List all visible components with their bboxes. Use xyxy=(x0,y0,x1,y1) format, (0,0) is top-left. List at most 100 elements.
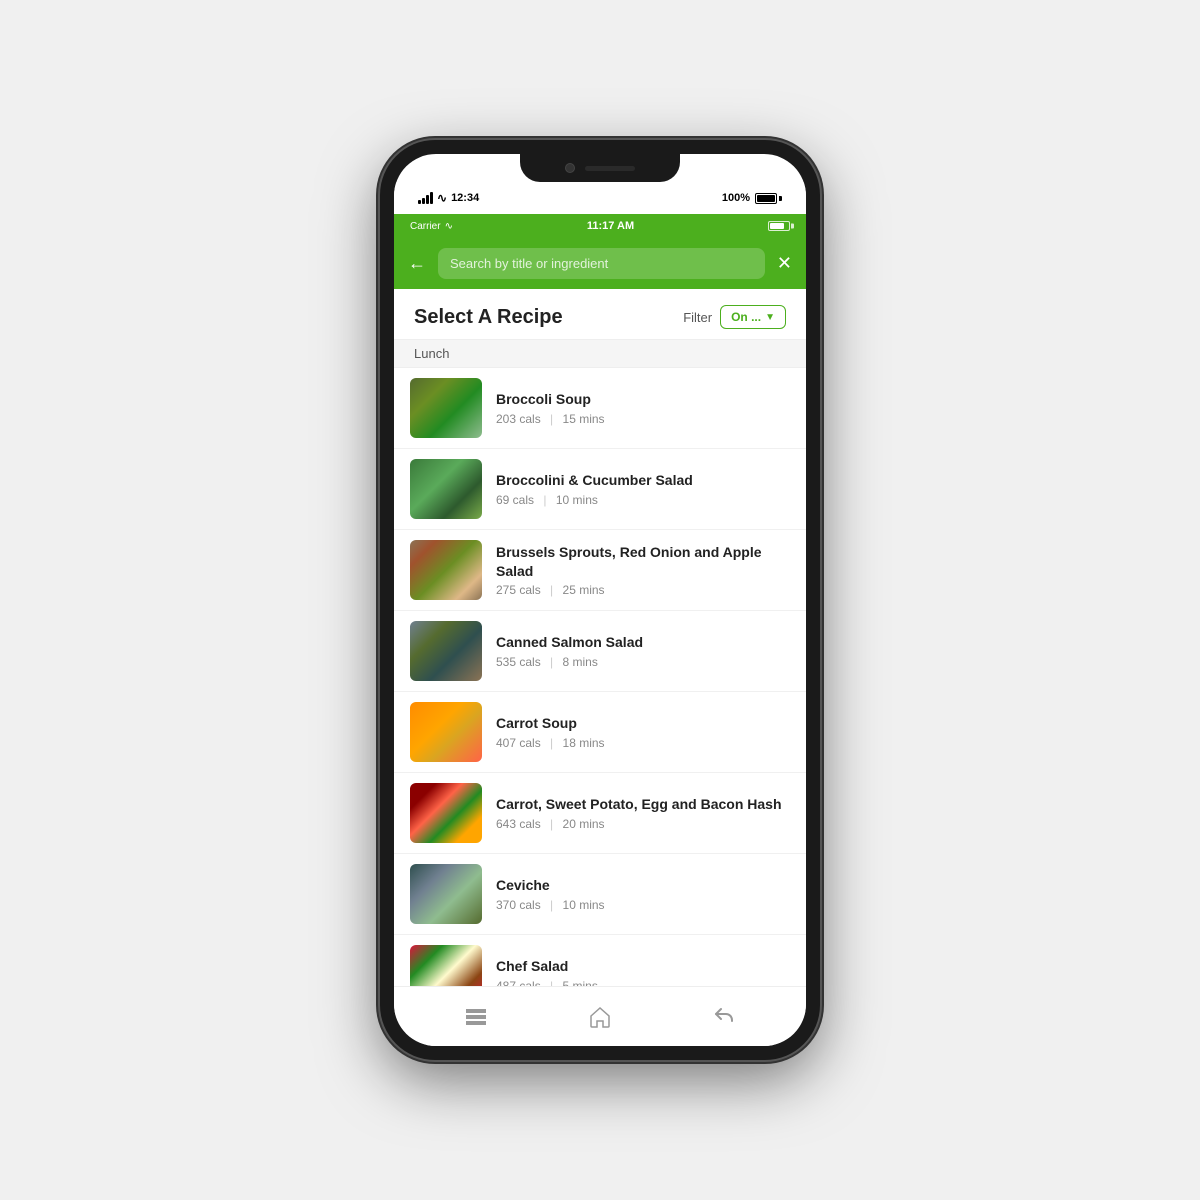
recipe-info: Broccoli Soup 203 cals | 15 mins xyxy=(496,390,790,425)
recipe-name: Carrot, Sweet Potato, Egg and Bacon Hash xyxy=(496,795,790,813)
back-nav-button[interactable] xyxy=(706,999,742,1035)
signal-icon xyxy=(418,192,433,204)
recipe-list-area: Select A Recipe Filter On ... ▼ Lunch Br… xyxy=(394,289,806,986)
recipe-cals: 487 cals xyxy=(496,979,541,986)
carrier-wifi-icon: ∿ xyxy=(445,221,453,232)
recipe-time: 15 mins xyxy=(563,412,605,426)
recipe-time: 8 mins xyxy=(563,655,598,669)
recipe-time: 18 mins xyxy=(563,736,605,750)
filter-button[interactable]: On ... ▼ xyxy=(720,305,786,329)
page-title: Select A Recipe xyxy=(414,306,563,329)
recipe-thumbnail xyxy=(410,864,482,924)
recipe-info: Carrot, Sweet Potato, Egg and Bacon Hash… xyxy=(496,795,790,830)
section-lunch: Lunch xyxy=(394,339,806,368)
recipe-name: Brussels Sprouts, Red Onion and Apple Sa… xyxy=(496,543,790,579)
native-time: 12:34 xyxy=(451,192,479,204)
separator: | xyxy=(550,979,553,986)
wifi-icon: ∿ xyxy=(437,191,447,205)
recipe-meta: 407 cals | 18 mins xyxy=(496,736,790,750)
phone-device: ∿ 12:34 100% Carrier ∿ xyxy=(380,140,820,1060)
recipe-meta: 69 cals | 10 mins xyxy=(496,493,790,507)
home-nav-button[interactable] xyxy=(582,999,618,1035)
separator: | xyxy=(550,412,553,426)
recipe-thumbnail xyxy=(410,540,482,600)
filter-label: Filter xyxy=(683,310,712,325)
phone-notch xyxy=(520,154,680,182)
separator: | xyxy=(550,736,553,750)
home-icon xyxy=(588,1005,612,1029)
camera xyxy=(565,163,575,173)
close-icon[interactable]: ✕ xyxy=(777,253,792,274)
recipe-cals: 275 cals xyxy=(496,583,541,597)
recipe-time: 5 mins xyxy=(563,979,598,986)
recipe-name: Broccolini & Cucumber Salad xyxy=(496,471,790,489)
app-time: 11:17 AM xyxy=(587,220,634,232)
undo-icon xyxy=(712,1005,736,1029)
separator: | xyxy=(550,817,553,831)
recipe-info: Ceviche 370 cals | 10 mins xyxy=(496,876,790,911)
speaker xyxy=(585,166,635,171)
recipe-item[interactable]: Chef Salad 487 cals | 5 mins xyxy=(394,935,806,986)
app-battery-icon xyxy=(768,221,790,231)
phone-screen: ∿ 12:34 100% Carrier ∿ xyxy=(394,154,806,1046)
separator: | xyxy=(550,898,553,912)
recipe-item[interactable]: Ceviche 370 cals | 10 mins xyxy=(394,854,806,935)
recipe-thumbnail xyxy=(410,783,482,843)
recipe-meta: 275 cals | 25 mins xyxy=(496,583,790,597)
recipe-list: Broccoli Soup 203 cals | 15 mins Broccol… xyxy=(394,368,806,986)
search-input[interactable]: Search by title or ingredient xyxy=(438,248,765,279)
recipe-item[interactable]: Broccolini & Cucumber Salad 69 cals | 10… xyxy=(394,449,806,530)
chevron-down-icon: ▼ xyxy=(765,312,775,323)
app-content: Carrier ∿ 11:17 AM ← Search by title or … xyxy=(394,214,806,1046)
recipe-time: 10 mins xyxy=(563,898,605,912)
app-battery-fill xyxy=(770,223,784,229)
recipe-info: Chef Salad 487 cals | 5 mins xyxy=(496,957,790,986)
recipe-time: 20 mins xyxy=(563,817,605,831)
recipe-cals: 535 cals xyxy=(496,655,541,669)
recipe-info: Carrot Soup 407 cals | 18 mins xyxy=(496,714,790,749)
recipe-item[interactable]: Carrot, Sweet Potato, Egg and Bacon Hash… xyxy=(394,773,806,854)
recipe-cals: 370 cals xyxy=(496,898,541,912)
battery-percent: 100% xyxy=(722,192,750,204)
recipe-item[interactable]: Canned Salmon Salad 535 cals | 8 mins xyxy=(394,611,806,692)
bottom-nav xyxy=(394,986,806,1046)
recipe-cals: 203 cals xyxy=(496,412,541,426)
recipe-time: 10 mins xyxy=(556,493,598,507)
separator: | xyxy=(550,583,553,597)
recipe-name: Canned Salmon Salad xyxy=(496,633,790,651)
status-right: 100% xyxy=(722,192,782,204)
filter-value: On ... xyxy=(731,310,761,324)
app-status-bar: Carrier ∿ 11:17 AM xyxy=(394,214,806,238)
separator: | xyxy=(543,493,546,507)
separator: | xyxy=(550,655,553,669)
list-header: Select A Recipe Filter On ... ▼ xyxy=(394,289,806,339)
recipe-info: Brussels Sprouts, Red Onion and Apple Sa… xyxy=(496,543,790,596)
battery-icon xyxy=(755,193,782,204)
battery-tip xyxy=(779,196,782,201)
search-bar: ← Search by title or ingredient ✕ xyxy=(394,238,806,289)
menu-nav-button[interactable] xyxy=(458,999,494,1035)
recipe-meta: 370 cals | 10 mins xyxy=(496,898,790,912)
menu-icon xyxy=(464,1005,488,1029)
recipe-thumbnail xyxy=(410,945,482,986)
recipe-name: Broccoli Soup xyxy=(496,390,790,408)
native-status-bar: ∿ 12:34 100% xyxy=(394,182,806,214)
recipe-meta: 487 cals | 5 mins xyxy=(496,979,790,986)
battery-body xyxy=(755,193,777,204)
recipe-cals: 69 cals xyxy=(496,493,534,507)
recipe-name: Carrot Soup xyxy=(496,714,790,732)
recipe-thumbnail xyxy=(410,459,482,519)
carrier-name: Carrier ∿ xyxy=(410,221,453,232)
recipe-name: Ceviche xyxy=(496,876,790,894)
recipe-item[interactable]: Brussels Sprouts, Red Onion and Apple Sa… xyxy=(394,530,806,611)
back-arrow-icon[interactable]: ← xyxy=(408,253,426,274)
recipe-meta: 535 cals | 8 mins xyxy=(496,655,790,669)
recipe-item[interactable]: Carrot Soup 407 cals | 18 mins xyxy=(394,692,806,773)
recipe-name: Chef Salad xyxy=(496,957,790,975)
recipe-thumbnail xyxy=(410,621,482,681)
recipe-thumbnail xyxy=(410,702,482,762)
recipe-meta: 643 cals | 20 mins xyxy=(496,817,790,831)
recipe-info: Broccolini & Cucumber Salad 69 cals | 10… xyxy=(496,471,790,506)
recipe-cals: 643 cals xyxy=(496,817,541,831)
recipe-item[interactable]: Broccoli Soup 203 cals | 15 mins xyxy=(394,368,806,449)
